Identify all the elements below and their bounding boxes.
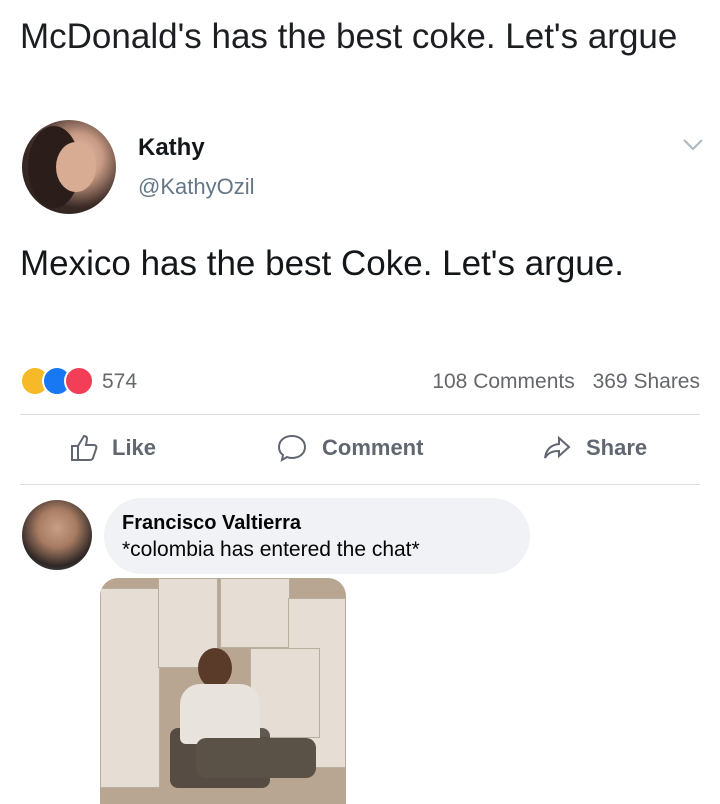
comment-text: *colombia has entered the chat* <box>122 538 420 561</box>
share-label: Share <box>586 435 648 460</box>
comment-author[interactable]: Francisco Valtierra <box>122 512 301 535</box>
tweet-text: Mexico has the best Coke. Let's argue. <box>20 244 624 283</box>
thumbs-up-icon <box>71 434 98 461</box>
avatar[interactable] <box>22 120 116 214</box>
comment-icon <box>277 434 307 463</box>
share-button[interactable]: Share <box>542 430 647 466</box>
divider <box>20 484 700 485</box>
chevron-down-icon[interactable] <box>682 138 704 152</box>
comments-count[interactable]: 108 Comments <box>432 370 574 393</box>
like-button[interactable]: Like <box>68 430 156 466</box>
comment-bubble: Francisco Valtierra *colombia has entere… <box>104 498 530 574</box>
reaction-count[interactable]: 574 <box>102 370 137 394</box>
post-caption: McDonald's has the best coke. Let's argu… <box>20 17 678 56</box>
shares-count[interactable]: 369 Shares <box>593 370 700 393</box>
post-stats: 574 108 Comments 369 Shares <box>20 360 700 402</box>
avatar[interactable] <box>22 500 92 570</box>
like-label: Like <box>112 435 157 460</box>
tweet-author-handle[interactable]: @KathyOzil <box>138 174 254 200</box>
post-actions: Like Comment Share <box>20 416 700 482</box>
tweet-author-name[interactable]: Kathy <box>138 134 205 162</box>
love-icon <box>64 366 94 396</box>
divider <box>20 414 700 415</box>
tweet-header: Kathy @KathyOzil <box>22 120 704 220</box>
comment-button[interactable]: Comment <box>276 430 423 466</box>
engagement-counts: 108 Comments 369 Shares <box>420 370 700 394</box>
share-icon <box>544 435 571 459</box>
comment-label: Comment <box>322 435 424 460</box>
comment-image[interactable] <box>100 578 346 804</box>
